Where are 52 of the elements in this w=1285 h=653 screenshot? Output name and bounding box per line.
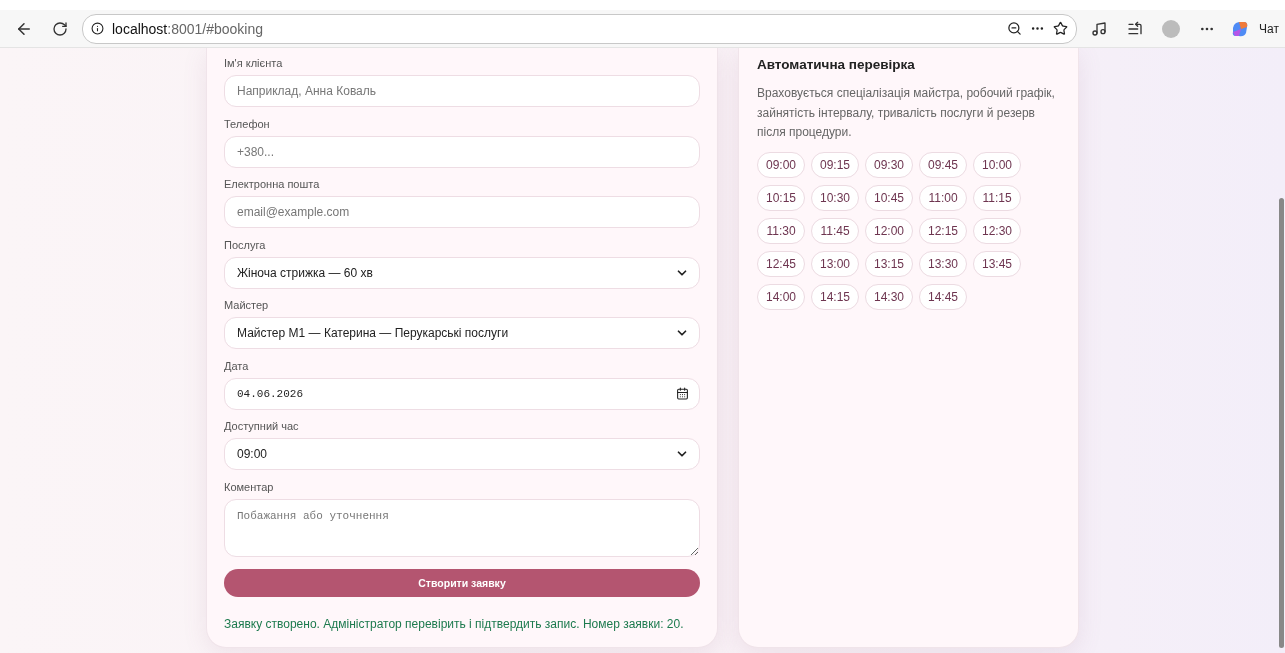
comment-field[interactable]: Побажання або уточнення (224, 498, 700, 557)
time-slot[interactable]: 14:30 (865, 283, 913, 310)
field-label: Електронна пошта (224, 177, 321, 191)
date-field[interactable]: 04.06.2026 (224, 377, 700, 410)
select-field[interactable]: Майстер M1 — Катерина — Перукарські послуги (224, 317, 700, 349)
field-label: Коментар (224, 479, 275, 494)
time-slot[interactable]: 11:15 (973, 184, 1021, 211)
time-slot[interactable]: 10:00 (973, 151, 1021, 178)
panel-title: Автоматична перевірка (757, 57, 916, 72)
address-bar[interactable]: localhost:8001/#booking (82, 13, 1078, 44)
field-label: Майстер (224, 298, 270, 312)
field-label: Дата (224, 358, 250, 373)
time-slot[interactable]: 12:15 (919, 217, 967, 244)
input-field[interactable]: Наприклад, Анна Коваль (224, 75, 700, 107)
time-slot[interactable]: 09:00 (757, 151, 805, 178)
time-slot[interactable]: 13:00 (811, 250, 859, 277)
success-message: Заявку створено. Адміністратор перевірить і підтвердить запис. Номер заявки: 20. (224, 617, 685, 631)
time-slot[interactable]: 09:45 (919, 151, 967, 178)
input-field[interactable]: email@example.com (224, 196, 700, 228)
time-slot[interactable]: 14:45 (919, 283, 967, 310)
info-icon[interactable] (91, 22, 104, 35)
time-slot[interactable]: 10:15 (757, 184, 805, 211)
field-label: Телефон (224, 116, 271, 131)
time-slot[interactable]: 09:30 (865, 151, 913, 178)
url-text: localhost:8001/#booking (112, 20, 264, 37)
time-slot[interactable]: 12:00 (865, 217, 913, 244)
field-label: Послуга (224, 237, 267, 252)
time-slot[interactable]: 13:15 (865, 250, 913, 277)
time-slot[interactable]: 14:15 (811, 283, 859, 310)
zoom-out-icon[interactable] (1007, 21, 1023, 36)
time-slot[interactable]: 10:30 (811, 184, 859, 211)
time-slot[interactable]: 13:30 (919, 250, 967, 277)
input-field[interactable]: +380... (224, 135, 700, 168)
time-slot[interactable]: 11:30 (757, 217, 805, 244)
time-slot[interactable]: 13:45 (973, 250, 1021, 277)
time-slot[interactable]: 12:30 (973, 217, 1021, 244)
time-slot[interactable]: 11:00 (919, 184, 967, 211)
field-label: Доступний час (224, 419, 300, 433)
time-slot[interactable]: 09:15 (811, 151, 859, 178)
chat-label[interactable]: Чат (1259, 21, 1279, 36)
scrollbar[interactable] (1279, 198, 1284, 648)
field-label: Ім'я клієнта (224, 56, 284, 70)
star-icon[interactable] (1053, 21, 1069, 36)
submit-button[interactable]: Створити заявку (224, 569, 700, 597)
select-field[interactable]: 09:00 (224, 438, 700, 470)
time-slot[interactable]: 10:45 (865, 184, 913, 211)
time-slot[interactable]: 14:00 (757, 283, 805, 310)
select-field[interactable]: Жіноча стрижка — 60 хв (224, 256, 700, 289)
time-slot[interactable]: 12:45 (757, 250, 805, 277)
panel-description: Враховується спеціалізація майстра, робочий графік, зайнятість інтервалу, тривалість послуги й резерв після процедури. (757, 85, 1056, 141)
calendar-icon[interactable] (676, 387, 689, 400)
time-slot[interactable]: 11:45 (811, 217, 859, 244)
